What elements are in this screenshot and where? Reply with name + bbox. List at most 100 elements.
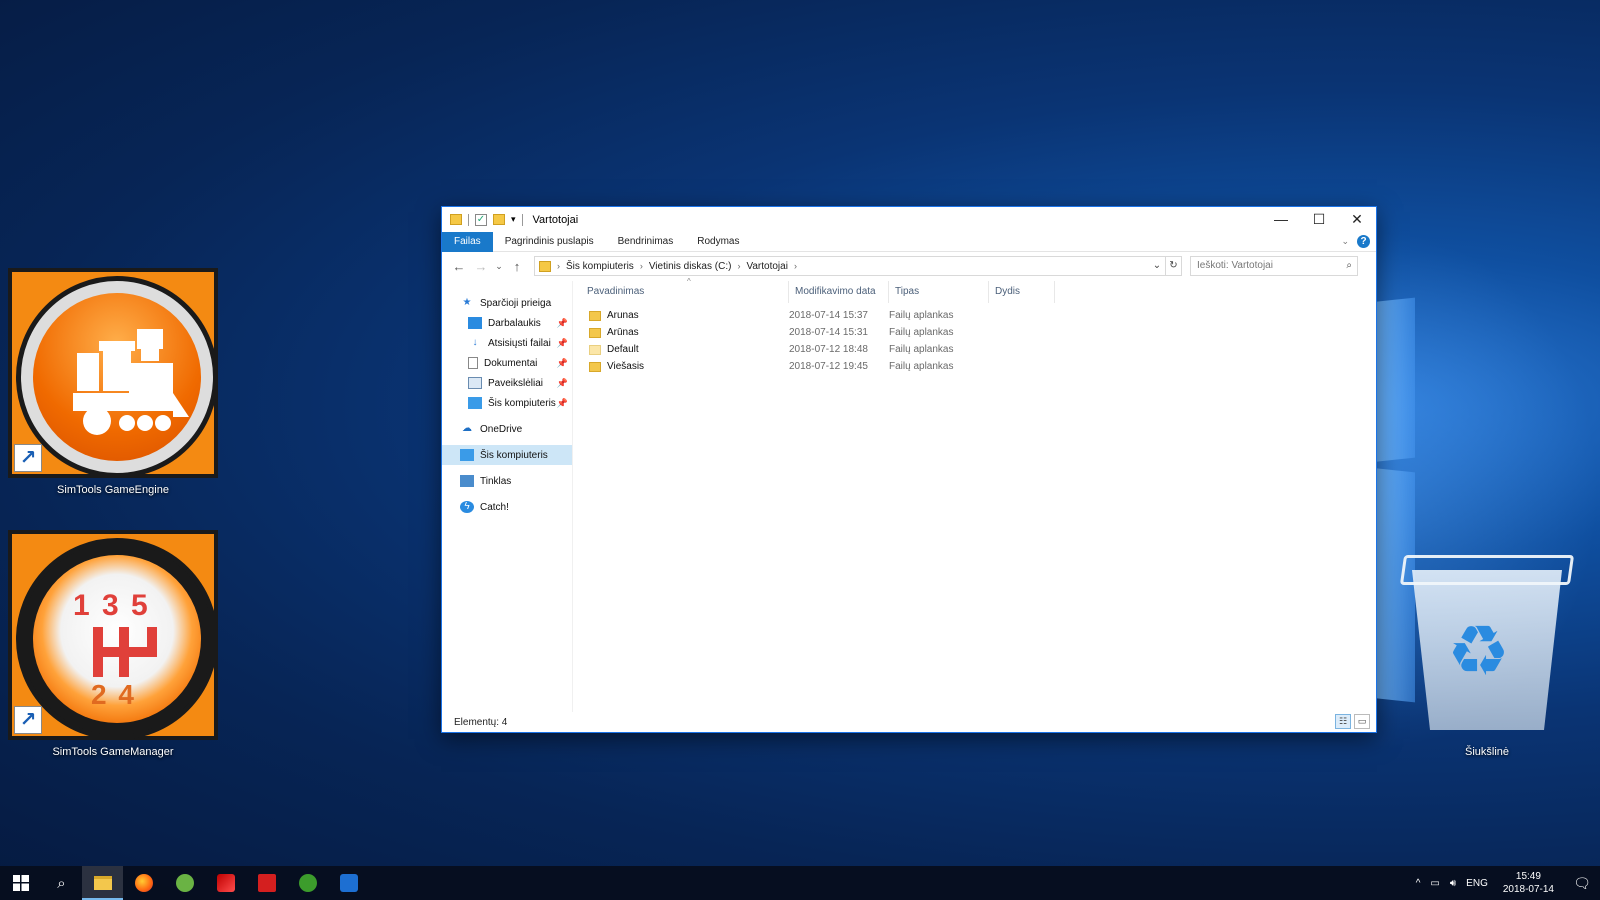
network-icon [460,475,474,487]
language-indicator[interactable]: ENG [1466,878,1488,889]
taskbar: ⌕ ^ ▭ 🔊︎ ENG 15:49 2018-07-14 🗨︎ [0,866,1600,900]
gearshift-h-pattern [93,627,157,677]
clock-time: 15:49 [1515,871,1541,882]
train-icon [33,293,201,461]
xbox-icon[interactable] [287,866,328,900]
address-dropdown-icon[interactable]: ⌄ [1149,257,1165,275]
utorrent-icon[interactable] [164,866,205,900]
address-row: ← → ⌄ ↑ › Šis kompiuteris › Vietinis dis… [442,252,1376,280]
details-view-icon[interactable]: ☷ [1335,714,1351,729]
volume-icon[interactable]: 🔊︎ [1450,878,1456,889]
file-explorer-taskbar-icon[interactable] [82,866,123,900]
maximize-button[interactable]: ☐ [1300,207,1338,232]
column-size[interactable]: Dydis [989,281,1055,303]
column-date-modified[interactable]: Modifikavimo data [789,281,889,303]
gearshift-icon: 1 3 5 2 4 [33,555,201,723]
network-icon[interactable]: ▭ [1430,878,1439,889]
filezilla-icon[interactable] [205,866,246,900]
expand-ribbon-icon[interactable]: ⌄ [1341,236,1349,247]
sort-ascending-icon: ^ [687,277,691,286]
nav-network[interactable]: Tinklas [442,471,572,491]
address-bar[interactable]: › Šis kompiuteris › Vietinis diskas (C:)… [534,256,1182,276]
large-icons-view-icon[interactable]: ▭ [1354,714,1370,729]
table-row[interactable]: Viešasis 2018-07-12 19:45 Failų aplankas [573,358,1376,375]
table-row[interactable]: Arunas 2018-07-14 15:37 Failų aplankas [573,307,1376,324]
star-icon: ★ [462,297,472,308]
pictures-icon [468,377,482,389]
shortcut-arrow-icon: ↗ [14,444,42,472]
column-headers: ^ Pavadinimas Modifikavimo data Tipas Dy… [573,277,1376,303]
pin-icon: 📌 [556,337,568,348]
nav-desktop[interactable]: Darbalaukis 📌 [442,313,572,333]
help-icon[interactable]: ? [1357,235,1370,248]
table-row[interactable]: Default 2018-07-12 18:48 Failų aplankas [573,341,1376,358]
tab-file[interactable]: Failas [442,231,493,252]
folder-icon [450,214,462,225]
desktop-icon-simtools-gamemanager[interactable]: 1 3 5 2 4 ↗ SimTools GameManager [8,530,228,760]
nav-onedrive[interactable]: ☁ OneDrive [442,419,572,439]
properties-quick-icon[interactable]: ✓ [475,213,487,226]
nav-downloads[interactable]: ↓ Atsisiųsti failai 📌 [442,333,572,353]
search-input[interactable]: Ieškoti: Vartotojai ⌕ [1190,256,1358,276]
refresh-icon[interactable]: ↻ [1165,257,1181,275]
table-row[interactable]: Arūnas 2018-07-14 15:31 Failų aplankas [573,324,1376,341]
nav-this-pc[interactable]: Šis kompiuteris [442,445,572,465]
start-windows-icon[interactable] [0,866,41,900]
catch-icon: ϟ [460,501,474,513]
item-count: Elementų: 4 [454,716,508,728]
nav-this-pc-pinned[interactable]: Šis kompiuteris 📌 [442,393,572,413]
search-icon[interactable]: ⌕ [41,866,82,900]
action-center-icon[interactable]: 🗨︎ [1564,875,1600,892]
status-bar: Elementų: 4 ☷ ▭ [442,712,1376,732]
forward-arrow-icon[interactable]: → [470,259,492,274]
nav-quick-access[interactable]: ★ Sparčioji prieiga [442,293,572,313]
teamviewer-icon[interactable] [328,866,369,900]
desktop-icon-label: SimTools GameManager [52,746,174,758]
nav-catch[interactable]: ϟ Catch! [442,497,572,517]
up-arrow-icon[interactable]: ↑ [506,259,528,274]
navigation-pane: ★ Sparčioji prieiga Darbalaukis 📌 ↓ Atsi… [442,281,573,712]
firefox-icon[interactable] [123,866,164,900]
simtools-gameengine-tile: ↗ [8,268,218,478]
file-list: ^ Pavadinimas Modifikavimo data Tipas Dy… [573,277,1376,712]
ribbon-tabs: Failas Pagrindinis puslapis Bendrinimas … [442,231,1376,252]
breadcrumb-local-disk[interactable]: Vietinis diskas (C:) [649,261,732,272]
folder-icon [589,327,601,338]
pin-icon: 📌 [556,357,568,368]
train-icon-circle [16,276,218,478]
nav-documents[interactable]: Dokumentai 📌 [442,353,572,373]
title-bar[interactable]: ✓ ▾ Vartotojai — ☐ ✕ [442,207,1376,232]
breadcrumb-users[interactable]: Vartotojai [746,261,788,272]
back-arrow-icon[interactable]: ← [448,259,470,274]
gear-digits-bottom: 2 4 [91,679,136,710]
recycle-symbol-icon: ♻ [1447,612,1510,690]
file-explorer-window[interactable]: ✓ ▾ Vartotojai — ☐ ✕ Failas Pagrindinis … [441,206,1377,733]
flash-icon[interactable] [246,866,287,900]
recent-locations-icon[interactable]: ⌄ [492,261,506,272]
breadcrumb-this-pc[interactable]: Šis kompiuteris [566,261,634,272]
pin-icon: 📌 [556,317,568,328]
tab-view[interactable]: Rodymas [685,232,751,252]
document-icon [468,357,478,369]
minimize-button[interactable]: — [1262,207,1300,232]
clock[interactable]: 15:49 2018-07-14 [1503,870,1554,896]
pin-icon: 📌 [556,397,568,408]
download-arrow-icon: ↓ [472,337,478,348]
desktop-icon [468,317,482,329]
desktop-icon-recycle-bin[interactable]: ♻ Šiukšlinė [1399,540,1575,770]
column-type[interactable]: Tipas [889,281,989,303]
new-folder-quick-icon[interactable] [493,214,505,225]
column-name[interactable]: Pavadinimas [573,281,789,303]
cloud-icon: ☁ [462,423,472,434]
nav-pictures[interactable]: Paveikslėliai 📌 [442,373,572,393]
window-title: Vartotojai [532,213,579,226]
search-icon[interactable]: ⌕ [1346,257,1352,275]
close-button[interactable]: ✕ [1338,207,1376,232]
folder-icon [539,260,551,272]
desktop-icon-label: Šiukšlinė [1464,746,1510,758]
desktop-icon-simtools-gameengine[interactable]: ↗ SimTools GameEngine [8,268,228,498]
tab-home[interactable]: Pagrindinis puslapis [493,232,606,252]
customize-quick-access-icon[interactable]: ▾ [511,214,516,225]
chevron-up-icon[interactable]: ^ [1416,878,1421,889]
tab-share[interactable]: Bendrinimas [606,232,686,252]
